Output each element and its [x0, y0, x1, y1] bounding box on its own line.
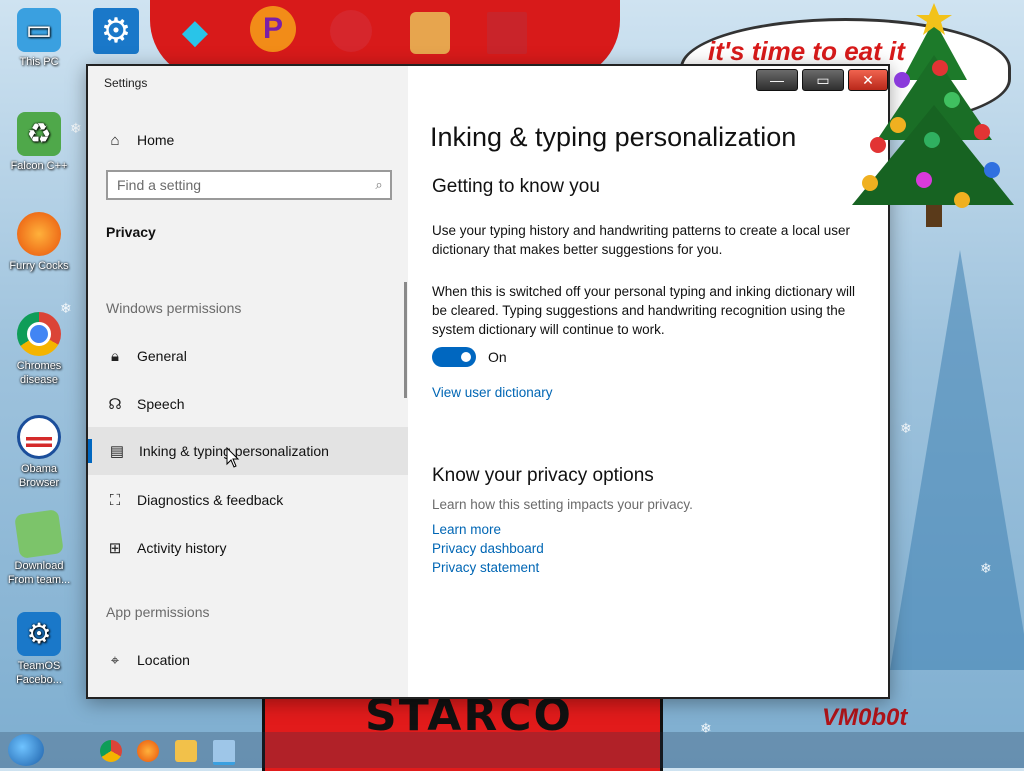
section-heading-getting-to-know: Getting to know you — [432, 176, 600, 197]
location-icon: ⌖ — [110, 651, 120, 669]
gem-desktop-icon[interactable]: ◆ — [175, 12, 215, 52]
sidebar: Settings ⌂ Home ⌕ Privacy Windows permis… — [88, 66, 408, 697]
folder-taskbar-icon[interactable] — [175, 740, 197, 762]
desktop-icon-label: Falcon C++ — [10, 160, 68, 172]
window-title: Settings — [104, 76, 148, 90]
search-input[interactable] — [108, 176, 368, 194]
desktop-icon-teamos[interactable]: ⚙ TeamOS Facebo... — [2, 612, 76, 687]
christmas-tree-icon — [852, 3, 1014, 227]
minimize-button[interactable]: — — [756, 69, 798, 91]
desktop-icon-falcon[interactable]: ♻ Falcon C++ — [2, 112, 76, 173]
firefox-taskbar-icon[interactable] — [137, 740, 159, 762]
section-windows-permissions: Windows permissions — [106, 300, 242, 316]
chrome-icon — [17, 312, 61, 356]
recycle-icon: ♻ — [17, 112, 61, 156]
sidebar-item-general[interactable]: 🔒︎ General — [88, 332, 408, 380]
sidebar-scrollbar[interactable] — [404, 282, 407, 398]
sidebar-item-label: Speech — [137, 396, 185, 412]
clipboard-icon: ▤ — [109, 443, 125, 460]
search-box[interactable]: ⌕ — [106, 170, 392, 200]
settings-desktop-icon[interactable]: ⚙ — [93, 8, 139, 54]
desktop-icon-download[interactable]: Download From team... — [2, 509, 76, 587]
wallpaper-signature: VM0b0t — [822, 704, 908, 731]
desktop-icon-label: Download From team... — [7, 560, 71, 586]
home-icon: ⌂ — [110, 131, 120, 149]
snowflake-icon: ❄ — [980, 560, 992, 576]
privacy-statement-link[interactable]: Privacy statement — [432, 560, 539, 575]
toggle-knob — [461, 352, 471, 362]
sidebar-item-label: Diagnostics & feedback — [137, 492, 284, 508]
wallpaper-tree — [890, 250, 1024, 670]
search-icon: ⌕ — [375, 177, 383, 192]
start-button[interactable] — [8, 734, 44, 766]
pegging-desktop-icon[interactable]: P — [250, 6, 296, 52]
privacy-dashboard-link[interactable]: Privacy dashboard — [432, 541, 544, 556]
sidebar-item-inking-typing[interactable]: ▤ Inking & typing personalization — [88, 427, 408, 475]
category-heading: Privacy — [106, 224, 156, 240]
toggle-state-label: On — [488, 349, 507, 365]
desktop-icon-firefox[interactable]: Furry Cocks — [2, 212, 76, 273]
learn-more-link[interactable]: Learn more — [432, 522, 501, 537]
notepad-icon — [14, 509, 64, 559]
sidebar-item-speech[interactable]: ☊ Speech — [88, 380, 408, 428]
sidebar-item-diagnostics[interactable]: ⛶ Diagnostics & feedback — [88, 476, 408, 524]
monitor-icon: ▭ — [17, 8, 61, 52]
desktop-icon-label: This PC — [19, 56, 59, 68]
desktop-icon-chrome[interactable]: Chromes disease — [2, 312, 76, 387]
inking-toggle[interactable] — [432, 347, 476, 367]
sidebar-item-label: Location — [137, 652, 190, 668]
sidebar-item-label: General — [137, 348, 187, 364]
sidebar-item-location[interactable]: ⌖ Location — [88, 636, 408, 684]
speech-icon: ☊ — [108, 396, 122, 413]
view-user-dictionary-link[interactable]: View user dictionary — [432, 385, 553, 400]
desktop-icon-label: Chromes disease — [16, 360, 62, 386]
mouse-cursor-icon — [226, 447, 240, 468]
settings-window: Settings ⌂ Home ⌕ Privacy Windows permis… — [86, 64, 890, 699]
feedback-icon: ⛶ — [109, 491, 121, 509]
desktop-icon-label: Furry Cocks — [9, 260, 69, 272]
privacy-description: Learn how this setting impacts your priv… — [432, 497, 693, 512]
description-paragraph: Use your typing history and handwriting … — [432, 223, 850, 257]
section-heading-privacy-options: Know your privacy options — [432, 465, 654, 486]
activity-icon: ⊞ — [108, 540, 122, 557]
gear-icon: ⚙ — [17, 612, 61, 656]
sidebar-home[interactable]: ⌂ Home — [88, 116, 408, 164]
section-app-permissions: App permissions — [106, 604, 210, 620]
firefox-icon — [17, 212, 61, 256]
sidebar-item-label: Activity history — [137, 540, 227, 556]
settings-taskbar-icon[interactable] — [213, 740, 235, 765]
book-desktop-icon[interactable] — [487, 12, 527, 54]
desktop-icon-obama[interactable]: Obama Browser — [2, 415, 76, 490]
angry-bird-desktop-icon[interactable] — [330, 10, 372, 52]
sidebar-home-label: Home — [137, 132, 175, 148]
chrome-taskbar-icon[interactable] — [100, 740, 122, 762]
sidebar-item-activity[interactable]: ⊞ Activity history — [88, 524, 408, 572]
maximize-button[interactable]: ▭ — [802, 69, 844, 91]
lock-icon: 🔒︎ — [111, 347, 119, 365]
obama-logo-icon — [17, 415, 61, 459]
desktop-icon-label: Obama Browser — [18, 463, 60, 489]
page-title: Inking & typing personalization — [430, 122, 797, 152]
cake-desktop-icon[interactable] — [410, 12, 450, 54]
warning-paragraph: When this is switched off your personal … — [432, 284, 855, 337]
desktop-icon-this-pc[interactable]: ▭ This PC — [2, 8, 76, 69]
desktop-icon-label: TeamOS Facebo... — [16, 660, 62, 686]
snowflake-icon: ❄ — [900, 420, 912, 436]
